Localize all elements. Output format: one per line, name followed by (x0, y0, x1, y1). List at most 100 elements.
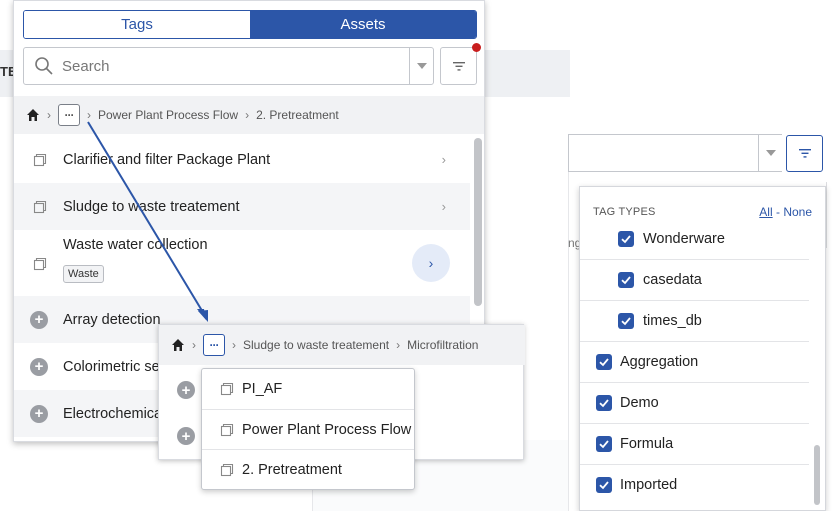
search-icon (35, 57, 53, 75)
checkbox-checked[interactable] (618, 231, 634, 247)
check-icon (621, 275, 631, 284)
option-label: Imported (620, 476, 678, 493)
menu-item-label: 2. Pretreatment (242, 461, 342, 478)
list-item-label: Array detection (63, 311, 161, 328)
search-dropdown-button[interactable] (758, 135, 782, 171)
chevron-right-icon: › (47, 108, 51, 122)
add-icon[interactable]: + (177, 381, 195, 399)
filter-button[interactable] (440, 43, 481, 85)
checkbox-checked[interactable] (596, 353, 612, 370)
list-item[interactable]: Clarifier and filter Package Plant › (14, 136, 470, 183)
checkbox-option-formula[interactable]: Formula (580, 423, 809, 463)
tab-assets[interactable]: Assets (250, 11, 476, 38)
checkbox-option-aggregation[interactable]: Aggregation (580, 341, 809, 381)
option-label: Aggregation (620, 353, 699, 370)
breadcrumb: › ··· › Power Plant Process Flow › 2. Pr… (14, 96, 484, 134)
notification-dot (472, 43, 481, 52)
list-item-label: Sludge to waste treatement (63, 198, 240, 215)
chevron-right-icon[interactable]: › (442, 199, 446, 214)
chevron-right-icon: › (428, 255, 434, 271)
tags-assets-toggle: Tags Assets (23, 10, 477, 39)
check-icon (599, 439, 609, 448)
list-item[interactable]: Waste water collection Waste › (14, 230, 470, 296)
checkbox-option-casedata[interactable]: casedata (580, 259, 809, 299)
link-separator: - (772, 205, 784, 219)
select-none-link[interactable]: None (783, 205, 812, 219)
check-icon (599, 480, 609, 489)
option-label: Formula (620, 435, 674, 452)
select-all-link[interactable]: All (759, 205, 772, 219)
add-icon[interactable]: + (177, 427, 195, 445)
breadcrumb-item[interactable]: Power Plant Process Flow (98, 108, 238, 122)
menu-item[interactable]: 2. Pretreatment (202, 449, 414, 489)
checkbox-option-wonderware[interactable]: Wonderware (580, 219, 809, 259)
checkbox-checked[interactable] (596, 435, 612, 452)
checkbox-option-demo[interactable]: Demo (580, 382, 809, 422)
check-icon (621, 235, 631, 244)
asset-icon (220, 423, 234, 436)
chevron-right-icon: › (87, 108, 91, 122)
add-icon[interactable]: + (30, 357, 48, 376)
chevron-right-icon: › (232, 338, 236, 352)
chevron-right-icon: › (396, 338, 401, 352)
menu-item-label: Power Plant Process Flow (242, 421, 412, 438)
scrollbar[interactable] (814, 445, 820, 505)
tag-search-input[interactable] (568, 134, 782, 172)
breadcrumb-item[interactable]: Sludge to waste treatement (243, 338, 389, 352)
search-input[interactable]: Search (23, 47, 434, 85)
tag-badge: Waste (63, 265, 104, 283)
checkbox-checked[interactable] (596, 394, 612, 411)
dropdown-title: TAG TYPES (593, 206, 656, 218)
option-label: Demo (620, 394, 659, 411)
expand-button[interactable]: › (412, 244, 450, 282)
check-icon (621, 316, 631, 325)
menu-item[interactable]: Power Plant Process Flow (202, 409, 414, 449)
breadcrumb-more-button[interactable]: ··· (203, 334, 225, 356)
list-item-label: Waste water collection (63, 237, 208, 253)
list-item-label: Electrochemica (63, 405, 163, 422)
list-item-label: Colorimetric ser (63, 358, 165, 375)
check-icon (599, 357, 609, 366)
breadcrumb-item-current: 2. Pretreatment (256, 108, 339, 122)
breadcrumb: › ··· › Sludge to waste treatement › Mic… (159, 325, 525, 365)
list-item[interactable]: Sludge to waste treatement › (14, 183, 470, 230)
option-label: Wonderware (643, 231, 725, 247)
add-icon[interactable]: + (30, 310, 48, 329)
select-links: All - None (759, 205, 812, 219)
tag-types-dropdown: TAG TYPES All - None Wonderware casedata… (579, 186, 826, 511)
option-label: times_db (643, 312, 702, 329)
list-item-label: Clarifier and filter Package Plant (63, 151, 271, 168)
checkbox-checked[interactable] (618, 312, 634, 329)
menu-item[interactable]: PI_AF (202, 369, 414, 409)
checkbox-checked[interactable] (618, 271, 634, 288)
chevron-right-icon: › (192, 338, 196, 352)
filter-icon (452, 61, 465, 71)
checkbox-option-imported[interactable]: Imported (580, 464, 809, 504)
breadcrumb-item-current: Microfiltration (407, 338, 479, 352)
search-placeholder: Search (62, 57, 110, 75)
filter-button[interactable] (786, 135, 823, 172)
side-divider (826, 182, 832, 248)
option-label: casedata (643, 271, 702, 288)
checkbox-checked[interactable] (596, 476, 612, 493)
asset-icon (33, 257, 47, 271)
check-icon (599, 398, 609, 407)
menu-item-label: PI_AF (242, 381, 283, 397)
chevron-right-icon[interactable]: › (442, 152, 446, 167)
home-icon[interactable] (171, 338, 185, 352)
add-icon[interactable]: + (30, 404, 48, 423)
home-icon[interactable] (26, 108, 40, 122)
breadcrumb-more-button[interactable]: ··· (58, 104, 80, 126)
checkbox-option-times-db[interactable]: times_db (580, 300, 809, 340)
asset-icon (33, 200, 47, 213)
asset-icon (220, 463, 234, 476)
chevron-right-icon: › (245, 108, 250, 122)
search-dropdown-button[interactable] (409, 48, 433, 84)
tab-tags[interactable]: Tags (24, 11, 250, 38)
breadcrumb-overflow-menu: PI_AF Power Plant Process Flow 2. Pretre… (201, 368, 415, 490)
caret-down-icon (765, 150, 776, 156)
caret-down-icon (416, 63, 427, 69)
scrollbar[interactable] (474, 138, 482, 306)
filter-icon (798, 149, 811, 158)
asset-icon (220, 382, 234, 396)
